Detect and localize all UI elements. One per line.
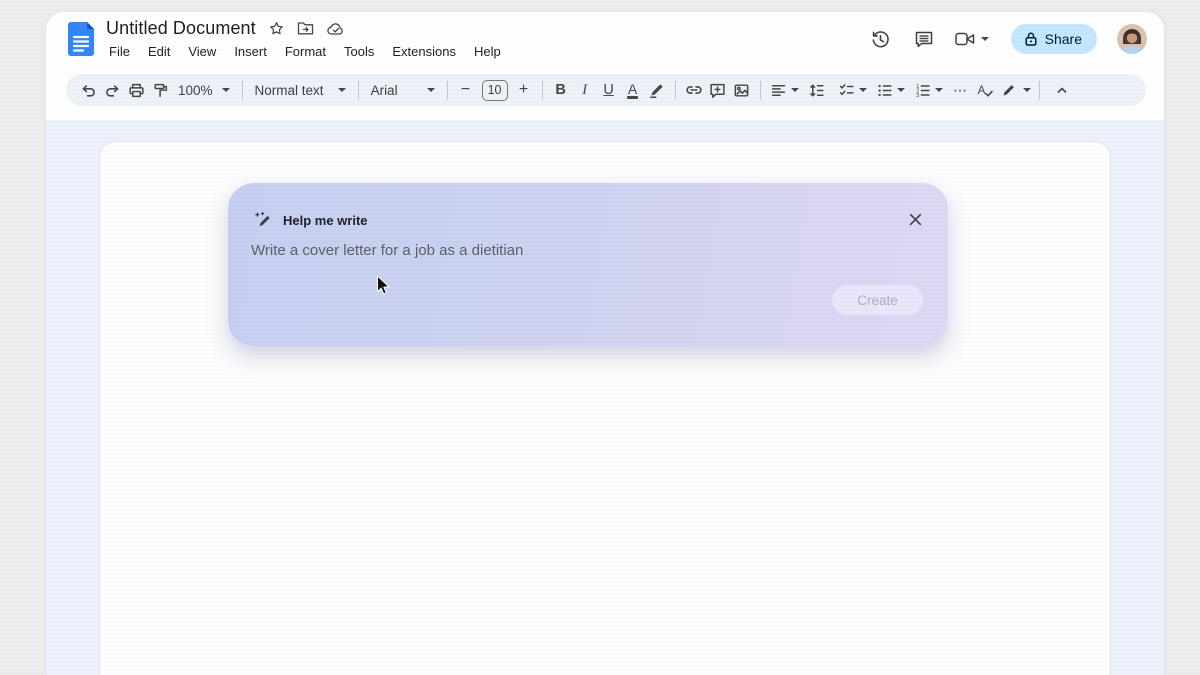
underline-button[interactable]: U [597,77,621,103]
paint-format-icon[interactable] [148,77,172,103]
menu-help[interactable]: Help [469,42,506,61]
bulleted-list-icon[interactable] [873,77,897,103]
move-folder-icon[interactable] [297,21,314,36]
svg-text:A: A [977,84,985,97]
version-history-icon[interactable] [868,26,894,52]
lock-icon [1024,31,1038,47]
add-comment-icon[interactable] [706,77,730,103]
menu-insert[interactable]: Insert [229,42,272,61]
share-button[interactable]: Share [1011,24,1097,54]
link-icon[interactable] [682,77,706,103]
close-icon[interactable] [906,210,924,228]
chevron-down-icon[interactable] [1023,88,1031,92]
menu-format[interactable]: Format [280,42,331,61]
cloud-saved-icon[interactable] [327,22,345,36]
collapse-chevron-icon[interactable] [1050,77,1074,103]
redo-icon[interactable] [100,77,124,103]
avatar[interactable] [1117,24,1147,54]
chevron-down-icon[interactable] [791,88,799,92]
docs-app-window: Untitled Document File Edi [46,12,1164,675]
chevron-down-icon [427,88,435,92]
create-button[interactable]: Create [832,285,923,315]
menu-view[interactable]: View [183,42,221,61]
italic-button[interactable]: I [573,77,597,103]
spellcheck-icon[interactable]: A [973,77,997,103]
font-size-input[interactable]: 10 [482,80,508,101]
menu-bar: File Edit View Insert Format Tools Exten… [104,42,506,61]
menu-file[interactable]: File [104,42,135,61]
print-icon[interactable] [124,77,148,103]
dialog-title: Help me write [283,213,368,228]
docs-logo-icon[interactable] [68,22,94,56]
share-label: Share [1045,31,1082,47]
star-icon[interactable] [269,21,284,36]
align-left-icon[interactable] [767,77,791,103]
chevron-down-icon[interactable] [935,88,943,92]
magic-pencil-icon [254,211,272,229]
app-header: Untitled Document File Edi [46,12,1164,62]
font-size-decrease-button[interactable]: − [454,77,478,103]
comments-icon[interactable] [911,26,937,52]
document-canvas: Help me write Write a cover letter for a… [46,120,1164,675]
font-size-increase-button[interactable]: + [512,77,536,103]
prompt-input[interactable]: Write a cover letter for a job as a diet… [251,242,523,259]
menu-tools[interactable]: Tools [339,42,379,61]
toolbar: 100% Normal text Arial − 10 + B I U A [66,74,1146,106]
numbered-list-icon[interactable]: 1 2 3 [911,77,935,103]
document-page[interactable]: Help me write Write a cover letter for a… [100,142,1110,675]
highlighter-icon[interactable] [645,77,669,103]
text-color-button[interactable]: A [621,77,645,103]
chevron-down-icon [222,88,230,92]
insert-image-icon[interactable] [730,77,754,103]
chevron-down-icon[interactable] [981,37,989,41]
font-select[interactable]: Arial [365,77,441,103]
chevron-down-icon[interactable] [897,88,905,92]
meet-video-icon[interactable] [954,30,989,48]
document-title[interactable]: Untitled Document [106,18,256,39]
menu-edit[interactable]: Edit [143,42,175,61]
mouse-cursor [376,275,391,296]
more-options-button[interactable]: ⋯ [949,77,973,103]
menu-extensions[interactable]: Extensions [387,42,461,61]
editing-pen-icon[interactable] [997,77,1021,103]
checklist-icon[interactable] [835,77,859,103]
undo-icon[interactable] [76,77,100,103]
svg-text:3: 3 [916,92,919,98]
styles-select[interactable]: Normal text [249,77,352,103]
line-spacing-icon[interactable] [805,77,829,103]
zoom-select[interactable]: 100% [172,77,236,103]
chevron-down-icon[interactable] [859,88,867,92]
bold-button[interactable]: B [549,77,573,103]
chevron-down-icon [338,88,346,92]
help-me-write-dialog: Help me write Write a cover letter for a… [228,183,948,346]
